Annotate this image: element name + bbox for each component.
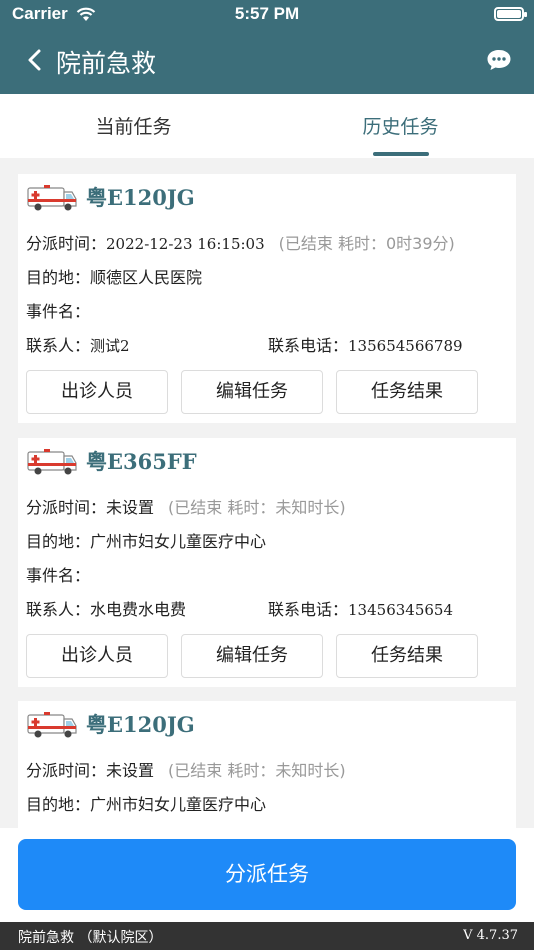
ambulance-icon — [27, 449, 77, 475]
phone-value: 135654566789 — [348, 337, 463, 355]
task-tabs: 当前任务 历史任务 — [0, 94, 534, 158]
destination-value: 广州市妇女儿童医疗中心 — [90, 795, 267, 814]
dispatch-time-row: 分派时间：2022-12-23 16:15:03 (已结束 耗时：0时39分) — [26, 230, 455, 254]
task-card: 粤E120JG 分派时间：未设置 (已结束 耗时：未知时长) 目的地：广州市妇女儿… — [18, 701, 516, 828]
destination-label: 目的地： — [26, 268, 91, 287]
contact-value: 测试2 — [90, 337, 130, 355]
dispatch-time-value: 未设置 — [106, 498, 155, 517]
chat-bubble-icon[interactable] — [486, 48, 512, 72]
event-name-label: 事件名： — [26, 566, 91, 585]
destination-row: 目的地：顺德区人民医院 — [26, 264, 202, 288]
contact-row: 联系人：水电费水电费 联系电话：13456345654 — [26, 596, 506, 620]
app-version: V 4.7.37 — [463, 928, 518, 943]
contact-value: 水电费水电费 — [90, 600, 187, 619]
task-result-button[interactable]: 任务结果 — [336, 370, 478, 414]
dispatch-time-value: 未设置 — [106, 761, 155, 780]
staff-button[interactable]: 出诊人员 — [26, 634, 168, 678]
phone-group: 联系电话：13456345654 — [268, 596, 453, 620]
phone-label: 联系电话： — [268, 600, 349, 619]
dispatch-time-value: 2022-12-23 16:15:03 — [106, 235, 265, 253]
task-list[interactable]: 粤E120JG 分派时间：2022-12-23 16:15:03 (已结束 耗时：… — [0, 158, 534, 828]
dispatch-time-row: 分派时间：未设置 (已结束 耗时：未知时长) — [26, 757, 346, 781]
status-note: (已结束 耗时：未知时长) — [168, 498, 346, 517]
dispatch-time-row: 分派时间：未设置 (已结束 耗时：未知时长) — [26, 494, 346, 518]
contact-label: 联系人： — [26, 336, 91, 355]
contact-row: 联系人：测试2 联系电话：135654566789 — [26, 332, 506, 356]
phone-group: 联系电话：135654566789 — [268, 332, 463, 356]
ambulance-icon — [27, 712, 77, 738]
task-card: 粤E120JG 分派时间：2022-12-23 16:15:03 (已结束 耗时：… — [18, 174, 516, 423]
back-chevron-icon[interactable] — [22, 46, 50, 74]
card-header: 粤E120JG — [26, 182, 195, 212]
vehicle-plate: 粤E365FF — [86, 449, 197, 474]
bottom-info-bar: 院前急救 （默认院区） V 4.7.37 — [0, 922, 534, 950]
dispatch-time-label: 分派时间： — [26, 761, 107, 780]
destination-row: 目的地：广州市妇女儿童医疗中心 — [26, 528, 266, 552]
vehicle-plate: 粤E120JG — [86, 185, 195, 210]
destination-row: 目的地：广州市妇女儿童医疗中心 — [26, 791, 266, 815]
phone-value: 13456345654 — [348, 601, 453, 619]
destination-label: 目的地： — [26, 795, 91, 814]
card-header: 粤E365FF — [26, 446, 197, 476]
status-note: (已结束 耗时：未知时长) — [168, 761, 346, 780]
status-bar: Carrier 5:57 PM — [0, 0, 534, 30]
active-tab-indicator — [372, 152, 429, 156]
event-name-row: 事件名： — [26, 298, 90, 322]
edit-task-button[interactable]: 编辑任务 — [181, 634, 323, 678]
dispatch-footer: 分派任务 — [0, 828, 534, 922]
task-result-button[interactable]: 任务结果 — [336, 634, 478, 678]
nav-bar: Carrier 5:57 PM 院前急救 — [0, 0, 534, 94]
hospital-area-label: 院前急救 （默认院区） — [18, 930, 163, 946]
clock: 5:57 PM — [234, 4, 300, 23]
task-card: 粤E365FF 分派时间：未设置 (已结束 耗时：未知时长) 目的地：广州市妇女儿… — [18, 438, 516, 687]
staff-button[interactable]: 出诊人员 — [26, 370, 168, 414]
vehicle-plate: 粤E120JG — [86, 712, 195, 737]
tab-label: 历史任务 — [362, 116, 439, 138]
edit-task-button[interactable]: 编辑任务 — [181, 370, 323, 414]
destination-value: 广州市妇女儿童医疗中心 — [90, 532, 267, 551]
phone-label: 联系电话： — [268, 336, 349, 355]
event-name-label: 事件名： — [26, 302, 91, 321]
tab-label: 当前任务 — [95, 116, 172, 138]
destination-label: 目的地： — [26, 532, 91, 551]
dispatch-time-label: 分派时间： — [26, 498, 107, 517]
page-title: 院前急救 — [56, 49, 157, 78]
contact-label: 联系人： — [26, 600, 91, 619]
card-header: 粤E120JG — [26, 709, 195, 739]
event-name-row: 事件名： — [26, 562, 90, 586]
dispatch-time-label: 分派时间： — [26, 234, 107, 253]
battery-icon — [494, 7, 527, 21]
status-note: (已结束 耗时：0时39分) — [278, 234, 455, 253]
dispatch-task-button[interactable]: 分派任务 — [18, 839, 516, 910]
ambulance-icon — [27, 185, 77, 211]
destination-value: 顺德区人民医院 — [90, 268, 203, 287]
tab-history-tasks[interactable]: 历史任务 — [267, 94, 534, 158]
tab-current-tasks[interactable]: 当前任务 — [0, 94, 267, 158]
